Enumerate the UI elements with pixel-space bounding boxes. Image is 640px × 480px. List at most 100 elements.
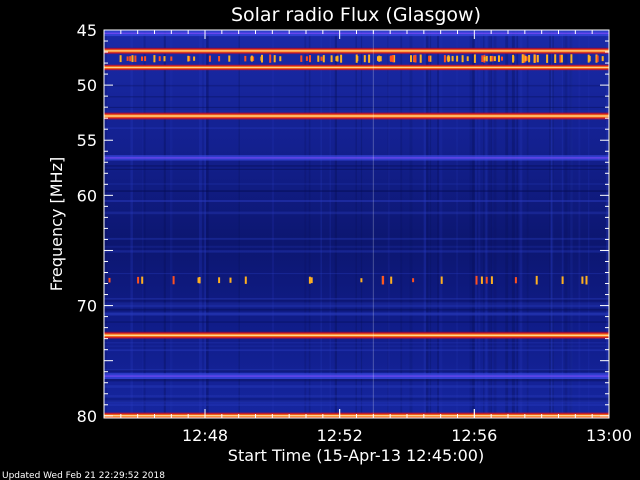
noise-stripe [206,30,209,418]
spike-mark [131,55,134,62]
noise-stripe [519,30,523,418]
noise-stripe [163,30,166,418]
emission-band [104,331,609,340]
y-tick-label: 45 [77,21,97,40]
spike-mark [414,54,417,63]
spike-mark [144,56,147,62]
spike-mark [187,55,190,62]
emission-band-core [104,375,609,377]
spike-mark [360,278,363,283]
noise-row [104,110,609,112]
spike-mark [588,55,591,62]
emission-band [104,47,609,55]
spike-mark [521,54,524,64]
noise-stripe [360,30,363,418]
noise-row [104,298,609,300]
spike-mark [493,56,496,62]
noise-row [104,96,609,98]
noise-row [104,200,609,202]
spike-mark [310,277,313,284]
spike-mark [119,55,122,63]
noise-row [104,165,609,167]
y-axis-label: Frequency [MHz] [47,157,66,291]
spike-mark [309,55,311,63]
spike-mark [524,55,527,62]
noise-row [104,378,609,382]
x-tick-label: 12:52 [317,426,363,445]
spike-mark [108,277,111,283]
spike-mark [229,277,232,283]
spike-mark [410,55,412,63]
noise-stripe [578,30,581,418]
spike-mark [390,55,392,62]
spike-mark [340,54,343,63]
noise-stripe [144,30,146,418]
spectrogram-chart: Solar radio Flux (Glasgow) 455055607080 … [2,4,632,480]
spike-mark [461,55,464,63]
spike-mark [466,56,469,62]
noise-row [104,168,609,170]
noise-stripe [570,30,573,418]
noise-row [104,211,609,215]
spike-mark [480,276,483,284]
noise-stripe [320,30,322,418]
spike-mark [581,276,584,284]
emission-band-core [104,157,609,159]
noise-row [104,309,609,311]
noise-row [104,349,609,352]
noise-row [104,190,609,192]
noise-row [104,84,609,87]
noise-row [104,370,609,372]
spike-mark [363,55,366,63]
noise-row [104,183,609,185]
spike-mark [170,56,173,61]
spike-mark [198,277,201,284]
noise-stripe [423,30,427,418]
spike-mark [279,56,282,62]
noise-row [104,403,609,406]
noise-row [104,345,609,347]
noise-stripe [516,30,518,418]
spike-mark [273,55,276,63]
spike-mark [322,55,325,63]
y-tick-label: 50 [77,76,97,95]
noise-stripe [472,30,476,418]
y-tick-label: 70 [77,297,97,316]
spike-mark [443,55,446,63]
spike-mark [446,56,449,61]
spike-mark [412,278,415,283]
y-tick-label: 80 [77,407,97,426]
spike-mark [533,54,536,63]
footer-updated: Updated Wed Feb 21 22:29:52 2018 [2,471,165,480]
spike-mark [536,55,539,63]
noise-stripe [199,30,202,418]
y-tick-label: 55 [77,131,97,150]
chart-title: Solar radio Flux (Glasgow) [231,4,481,26]
x-tick-label: 12:56 [451,426,497,445]
spike-mark [163,56,166,62]
spike-mark [456,55,459,62]
spike-mark [485,276,488,284]
noise-row [104,237,609,240]
spike-mark [428,55,431,62]
spike-mark [596,55,599,62]
spike-mark [193,56,196,61]
noise-row [104,106,609,108]
noise-stripe [425,30,429,418]
noise-stripe [271,30,274,418]
spike-mark [554,54,557,63]
noise-stripe [490,30,493,418]
spike-mark [391,55,394,63]
noise-stripe [437,30,439,418]
x-tick-label: 12:48 [182,426,228,445]
noise-stripe [334,30,337,418]
spike-mark [244,55,247,62]
spike-mark [308,276,311,284]
spike-mark [498,55,500,62]
noise-stripe [511,30,515,418]
spike-mark [512,56,515,62]
noise-stripe [605,30,608,418]
noise-stripe [456,30,458,418]
noise-row [104,321,609,323]
x-axis-label: Start Time (15-Apr-13 12:45:00) [228,446,484,465]
